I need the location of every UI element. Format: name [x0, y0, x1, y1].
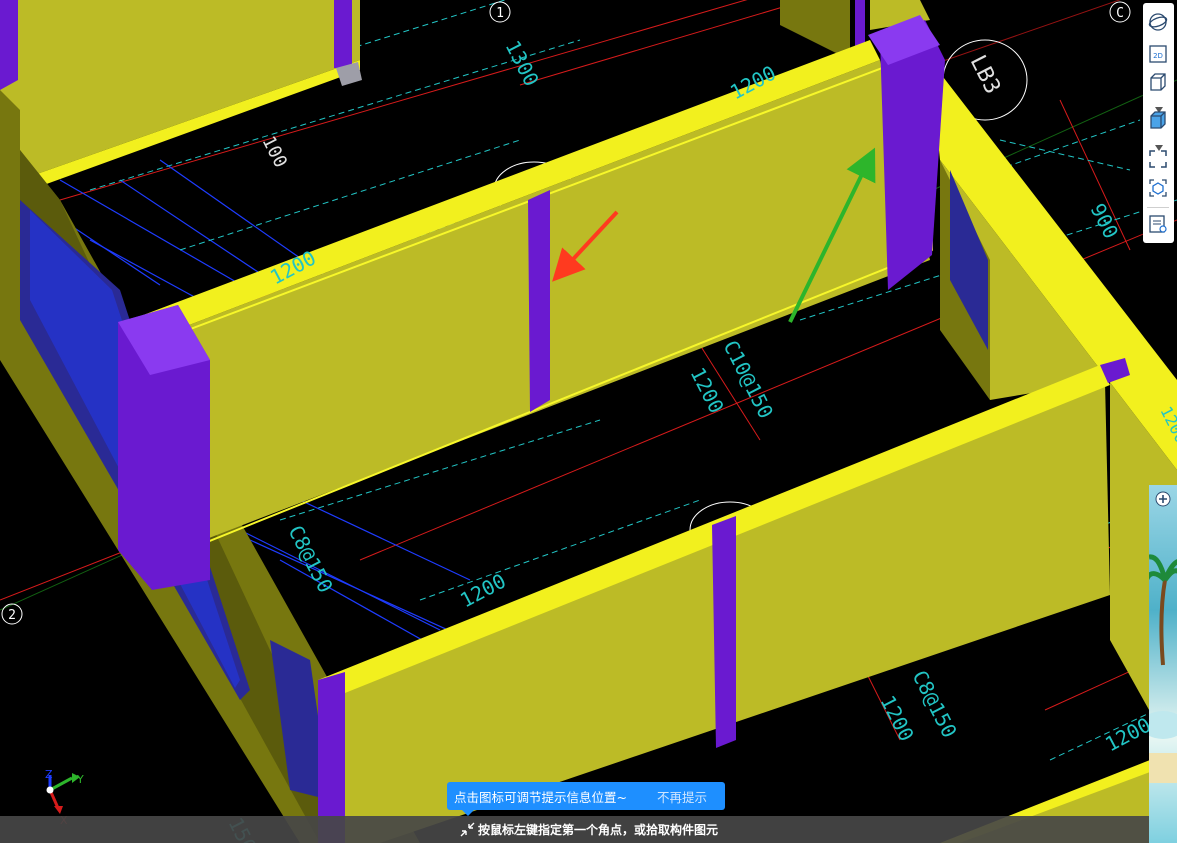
tip-dismiss-button[interactable]: 不再提示	[657, 787, 707, 806]
side-promo-panel[interactable]	[1149, 485, 1177, 843]
axis-label-z: Z	[45, 768, 53, 781]
properties-view-icon[interactable]	[1147, 213, 1169, 235]
grid-axis-label: C	[1116, 6, 1124, 21]
tip-message: 点击图标可调节提示信息位置~	[454, 789, 627, 805]
view-2d-label: 2D	[1153, 52, 1163, 60]
chevron-down-icon[interactable]	[1155, 98, 1163, 113]
palm-tree-illustration	[1149, 554, 1177, 783]
view-2d-icon[interactable]: 2D	[1147, 43, 1169, 65]
grid-axis-label: 2	[8, 608, 16, 623]
collapse-arrows-icon[interactable]	[459, 821, 476, 838]
rebar-label: C10@150	[719, 336, 779, 422]
grid-axis-label: 1	[496, 6, 504, 21]
dimension-label: 1300	[501, 36, 544, 90]
chevron-down-icon[interactable]	[1155, 136, 1163, 151]
dimension-label: 1200	[686, 363, 729, 417]
view-toolbar: 2D	[1143, 3, 1174, 243]
axis-label-y: Y	[76, 773, 84, 786]
member-label: LB3	[965, 51, 1005, 98]
fullscreen-icon[interactable]	[1147, 148, 1169, 170]
orbit-icon[interactable]	[1147, 11, 1169, 33]
view-3d-solid-icon[interactable]	[1147, 109, 1169, 131]
status-message: 按鼠标左键指定第一个角点，或拾取构件图元	[478, 823, 719, 837]
command-status-bar: 按鼠标左键指定第一个角点，或拾取构件图元	[0, 816, 1149, 843]
dimension-label: 1200	[456, 569, 510, 613]
3d-viewport[interactable]: 1 C 2 1300 1200 1200 100 1200 1200 1200 …	[0, 0, 1177, 843]
component-view-icon[interactable]	[1147, 177, 1169, 199]
dimension-label: 100	[258, 133, 291, 172]
tip-banner[interactable]: 点击图标可调节提示信息位置~ 不再提示	[447, 782, 725, 810]
toolbar-divider	[1147, 207, 1169, 208]
view-3d-box-icon[interactable]	[1147, 71, 1169, 93]
dimension-label: 900	[1086, 199, 1124, 242]
wall-top-left[interactable]	[0, 0, 362, 190]
dimension-label: 1200	[1101, 713, 1155, 757]
dimension-label: 1200	[876, 691, 919, 745]
model-canvas[interactable]: 1 C 2 1300 1200 1200 100 1200 1200 1200 …	[0, 0, 1177, 843]
